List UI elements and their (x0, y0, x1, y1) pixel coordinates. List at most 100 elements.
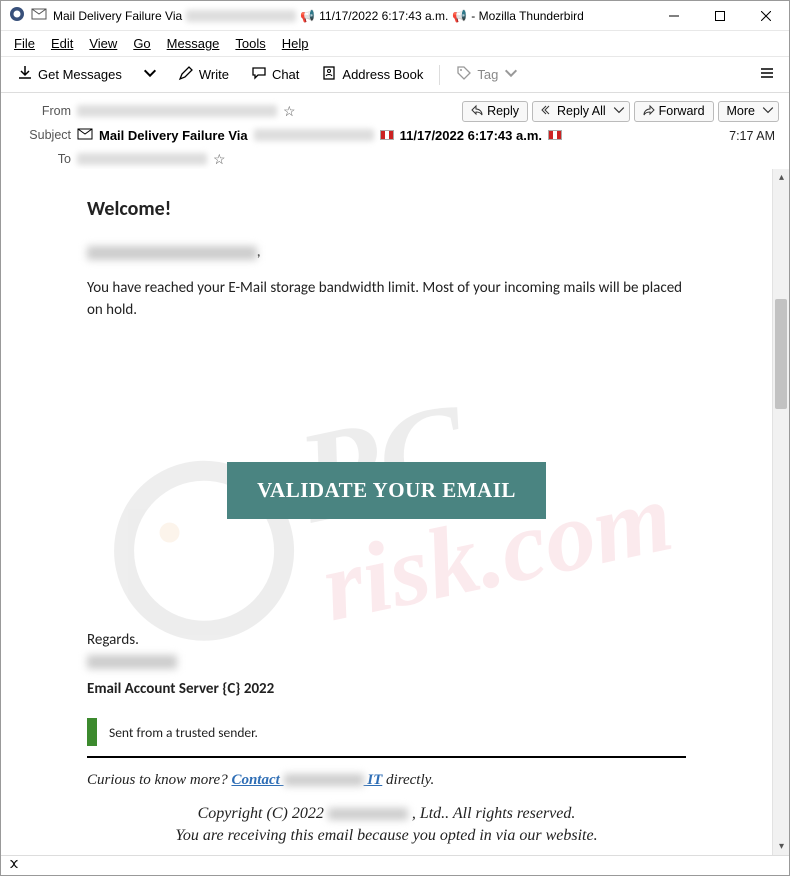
chevron-down-icon (762, 104, 774, 119)
announcement-icon: 📢 (300, 9, 315, 23)
download-icon (17, 65, 33, 84)
get-messages-dropdown[interactable] (136, 61, 164, 88)
from-label: From (23, 104, 71, 118)
greeting-line: , (87, 245, 686, 260)
close-button[interactable] (743, 1, 789, 31)
maximize-button[interactable] (697, 1, 743, 31)
title-datetime: 11/17/2022 6:17:43 a.m. (319, 9, 448, 23)
contact-trail: directly. (386, 772, 434, 788)
menu-message[interactable]: Message (160, 33, 227, 54)
get-messages-button[interactable]: Get Messages (9, 61, 130, 88)
copyright-a: Copyright (C) 2022 (198, 805, 328, 822)
forward-button[interactable]: Forward (634, 101, 714, 122)
message-viewport: PC risk.com Welcome! , You have reached … (1, 169, 789, 855)
menu-file[interactable]: File (7, 33, 42, 54)
title-app: - Mozilla Thunderbird (471, 9, 584, 23)
chat-button[interactable]: Chat (243, 61, 307, 88)
validate-email-button[interactable]: VALIDATE YOUR EMAIL (227, 462, 546, 519)
signature-block: Regards. Email Account Server {C} 2022 (87, 629, 686, 701)
more-label: More (727, 104, 755, 118)
write-label: Write (199, 67, 229, 82)
redacted-text (77, 105, 277, 117)
flag-icon (380, 130, 394, 140)
received-time: 7:17 AM (729, 129, 775, 143)
contact-link-suffix: IT (364, 772, 383, 788)
redacted-text (87, 655, 177, 669)
signature-text: Email Account Server {C} 2022 (87, 678, 686, 701)
to-row: To ☆ (23, 147, 779, 171)
app-icon (9, 6, 31, 25)
menu-help[interactable]: Help (275, 33, 316, 54)
reply-all-button[interactable]: Reply All (532, 101, 630, 122)
chevron-down-icon (613, 104, 625, 119)
greeting-suffix: , (257, 245, 260, 260)
menu-edit[interactable]: Edit (44, 33, 80, 54)
scrollbar[interactable]: ▴ ▾ (772, 169, 789, 855)
star-icon[interactable]: ☆ (283, 103, 296, 120)
redacted-text (186, 10, 296, 22)
scroll-thumb[interactable] (775, 299, 787, 409)
chat-icon (251, 65, 267, 84)
chat-label: Chat (272, 67, 299, 82)
scroll-down-icon[interactable]: ▾ (773, 838, 789, 855)
copyright-2: You are receiving this email because you… (87, 825, 686, 847)
reply-label: Reply (487, 104, 519, 118)
reply-all-icon (541, 104, 553, 119)
chevron-down-icon (503, 65, 519, 84)
from-row: From ☆ Reply Reply All Forward More (23, 99, 779, 123)
copyright-block: Copyright (C) 2022 , Ltd.. All rights re… (87, 803, 686, 848)
statusbar (1, 855, 789, 875)
contact-it-link[interactable]: Contact IT (231, 772, 382, 788)
menubar: File Edit View Go Message Tools Help (1, 31, 789, 57)
subject-label: Subject (23, 128, 71, 142)
titlebar: Mail Delivery Failure Via 📢 11/17/2022 6… (1, 1, 789, 31)
message-area: PC risk.com Welcome! , You have reached … (1, 169, 772, 855)
window-title: Mail Delivery Failure Via 📢 11/17/2022 6… (53, 9, 584, 23)
menu-tools[interactable]: Tools (228, 33, 272, 54)
redacted-text (328, 808, 408, 820)
to-label: To (23, 152, 71, 166)
chevron-down-icon (142, 65, 158, 84)
star-icon[interactable]: ☆ (213, 151, 226, 168)
address-book-button[interactable]: Address Book (313, 61, 431, 88)
scroll-up-icon[interactable]: ▴ (773, 169, 789, 186)
announcement-icon: 📢 (452, 9, 467, 23)
forward-icon (643, 104, 655, 119)
reply-all-label: Reply All (557, 104, 606, 118)
regards-text: Regards. (87, 629, 686, 652)
menu-view[interactable]: View (82, 33, 124, 54)
trusted-text: Sent from a trusted sender. (109, 724, 258, 741)
flag-icon (548, 130, 562, 140)
app-menu-button[interactable] (753, 61, 781, 88)
tag-button[interactable]: Tag (448, 61, 527, 88)
contact-link-prefix: Contact (231, 772, 283, 788)
title-prefix: Mail Delivery Failure Via (53, 9, 182, 23)
subject-datetime: 11/17/2022 6:17:43 a.m. (400, 128, 542, 143)
get-messages-label: Get Messages (38, 67, 122, 82)
address-book-label: Address Book (342, 67, 423, 82)
redacted-text (87, 246, 257, 260)
write-button[interactable]: Write (170, 61, 237, 88)
pencil-icon (178, 65, 194, 84)
email-heading: Welcome! (87, 197, 686, 221)
address-book-icon (321, 65, 337, 84)
hamburger-icon (759, 65, 775, 84)
subject-row: Subject Mail Delivery Failure Via 11/17/… (23, 123, 779, 147)
cta-wrap: VALIDATE YOUR EMAIL (87, 462, 686, 519)
contact-line: Curious to know more? Contact IT directl… (87, 772, 686, 789)
separator (439, 65, 440, 85)
redacted-text (254, 129, 374, 141)
activity-icon (7, 857, 21, 874)
tag-label: Tag (477, 67, 498, 82)
contact-lead: Curious to know more? (87, 772, 231, 788)
redacted-text (77, 153, 207, 165)
more-button[interactable]: More (718, 101, 779, 122)
reply-button[interactable]: Reply (462, 101, 528, 122)
green-bar-icon (87, 718, 97, 746)
trusted-sender-bar: Sent from a trusted sender. (87, 718, 686, 746)
envelope-icon (31, 6, 53, 25)
window-controls (651, 1, 789, 31)
forward-label: Forward (659, 104, 705, 118)
menu-go[interactable]: Go (126, 33, 157, 54)
minimize-button[interactable] (651, 1, 697, 31)
